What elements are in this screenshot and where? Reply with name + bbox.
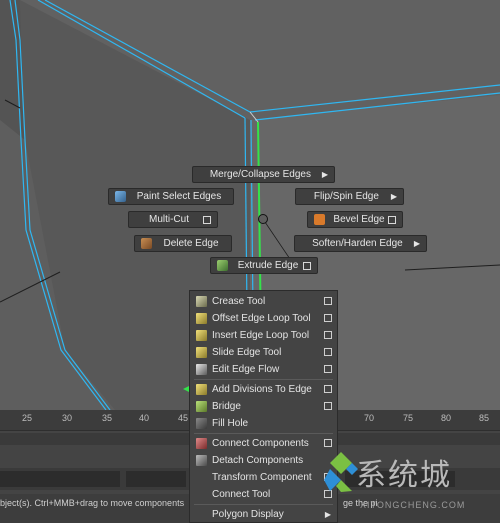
- submenu-arrow-icon: ▶: [390, 192, 397, 201]
- options-box-icon[interactable]: [324, 297, 332, 305]
- time-tick: 35: [102, 413, 113, 423]
- menu-separator: [194, 433, 333, 434]
- menu-item-add-divisions-to-edge[interactable]: Add Divisions To Edge: [190, 381, 337, 397]
- submenu-arrow-icon: ▶: [413, 239, 420, 248]
- multi-cut-item[interactable]: Multi-Cut: [128, 211, 218, 228]
- fill-hole-icon: [196, 417, 207, 429]
- add-divisions-icon: [196, 383, 207, 395]
- options-box-icon[interactable]: [324, 402, 332, 410]
- options-box-icon[interactable]: [324, 439, 332, 447]
- help-text: bject(s). Ctrl+MMB+drag to move componen…: [0, 498, 185, 508]
- insert-edge-loop-icon: [196, 329, 207, 341]
- menu-item-offset-edge-loop-tool[interactable]: Offset Edge Loop Tool: [190, 310, 337, 326]
- paint-brush-icon: [115, 191, 126, 202]
- menu-item-insert-edge-loop-tool[interactable]: Insert Edge Loop Tool: [190, 327, 337, 343]
- soften-harden-edge-item[interactable]: Soften/Harden Edge ▶: [294, 235, 427, 252]
- watermark-logo-icon: [324, 452, 358, 492]
- extrude-icon: [217, 260, 228, 271]
- menu-item-fill-hole[interactable]: Fill Hole: [190, 415, 337, 431]
- options-box-icon[interactable]: [324, 365, 332, 373]
- time-tick: 75: [403, 413, 414, 423]
- bridge-icon: [196, 400, 207, 412]
- watermark: 系统城 XITONGCHENG.COM: [322, 452, 500, 523]
- bevel-icon: [314, 214, 325, 225]
- extrude-edge-item[interactable]: Extrude Edge: [210, 257, 318, 274]
- menu-item-crease-tool[interactable]: Crease Tool: [190, 293, 337, 309]
- time-tick: 70: [364, 413, 375, 423]
- options-box-icon[interactable]: [303, 261, 311, 270]
- delete-edge-icon: [141, 238, 152, 249]
- time-tick: 25: [22, 413, 33, 423]
- bevel-edge-item[interactable]: Bevel Edge: [307, 211, 403, 228]
- options-box-icon[interactable]: [324, 348, 332, 356]
- time-tick: 80: [441, 413, 452, 423]
- options-box-icon[interactable]: [388, 215, 396, 224]
- edit-edge-flow-icon: [196, 363, 207, 375]
- submenu-arrow-icon: ▶: [321, 170, 328, 179]
- options-box-icon[interactable]: [324, 331, 332, 339]
- menu-item-edit-edge-flow[interactable]: Edit Edge Flow: [190, 361, 337, 377]
- time-tick: 85: [479, 413, 490, 423]
- merge-collapse-edges-item[interactable]: Merge/Collapse Edges ▶: [192, 166, 335, 183]
- menu-item-bridge[interactable]: Bridge: [190, 398, 337, 414]
- result-field: [126, 471, 186, 487]
- menu-item-transform-component[interactable]: Transform Component: [190, 469, 337, 485]
- menu-item-detach-components[interactable]: Detach Components: [190, 452, 337, 468]
- options-box-icon[interactable]: [203, 215, 211, 224]
- menu-item-polygon-display[interactable]: Polygon Display ▶: [190, 506, 337, 522]
- menu-separator: [194, 504, 333, 505]
- menu-separator: [194, 379, 333, 380]
- slide-edge-icon: [196, 346, 207, 358]
- connect-components-icon: [196, 437, 207, 449]
- command-input[interactable]: [0, 471, 120, 487]
- options-box-icon[interactable]: [324, 314, 332, 322]
- time-tick: 40: [139, 413, 150, 423]
- crease-icon: [196, 295, 207, 307]
- flip-spin-edge-item[interactable]: Flip/Spin Edge ▶: [295, 188, 404, 205]
- menu-item-slide-edge-tool[interactable]: Slide Edge Tool: [190, 344, 337, 360]
- menu-item-connect-tool[interactable]: Connect Tool: [190, 486, 337, 502]
- paint-select-edges-item[interactable]: Paint Select Edges: [108, 188, 234, 205]
- time-tick: 30: [62, 413, 73, 423]
- time-tick: 45: [178, 413, 189, 423]
- edge-tools-menu: Crease Tool Offset Edge Loop Tool Insert…: [189, 290, 338, 523]
- delete-edge-item[interactable]: Delete Edge: [134, 235, 232, 252]
- options-box-icon[interactable]: [324, 385, 332, 393]
- menu-item-connect-components[interactable]: Connect Components: [190, 435, 337, 451]
- detach-components-icon: [196, 454, 207, 466]
- offset-edge-loop-icon: [196, 312, 207, 324]
